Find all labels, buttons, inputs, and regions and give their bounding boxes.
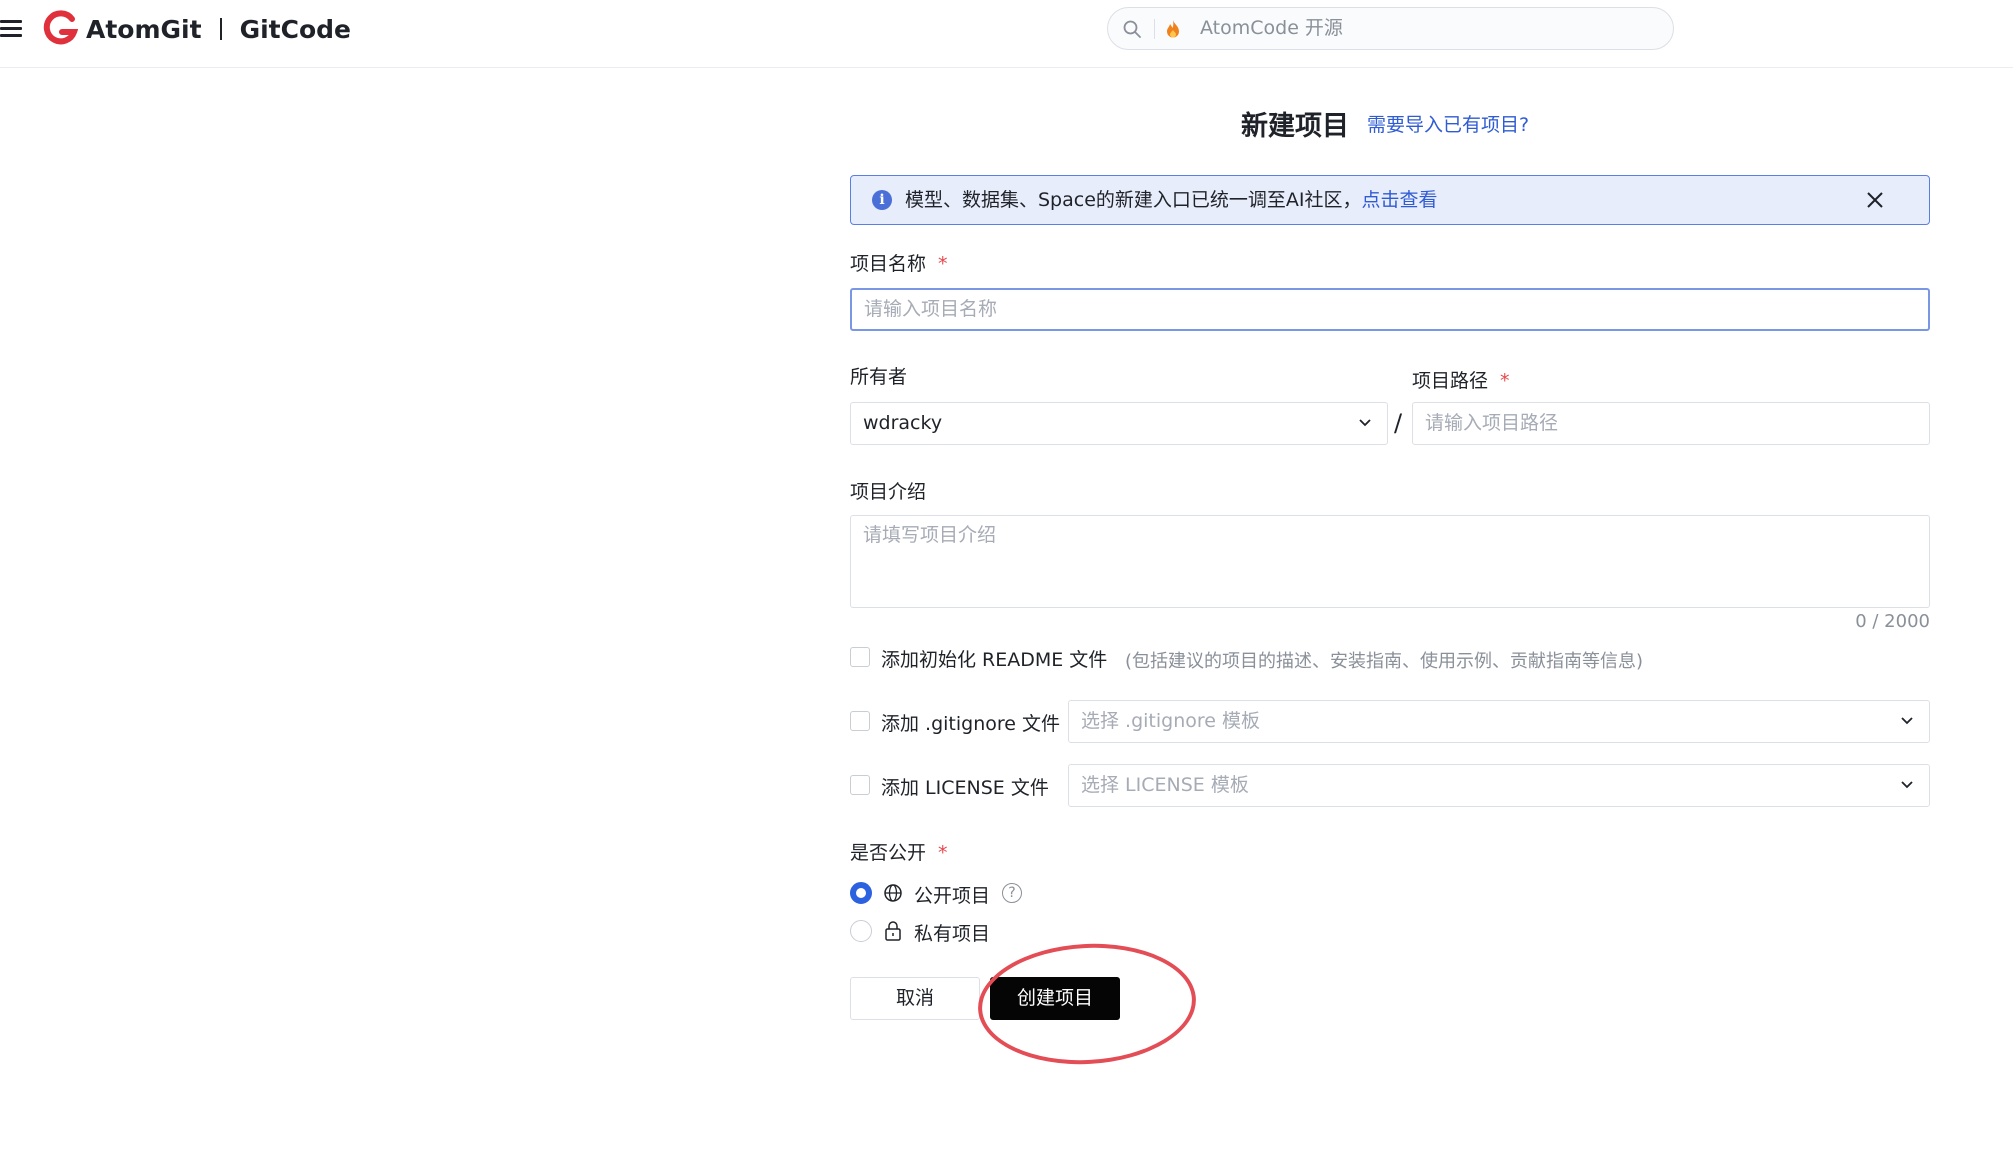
- brand-atomgit: AtomGit: [86, 14, 202, 44]
- menu-icon[interactable]: [0, 16, 22, 42]
- import-project-link[interactable]: 需要导入已有项目?: [1367, 110, 1529, 137]
- brand-gitcode: GitCode: [239, 14, 351, 44]
- search-placeholder: AtomCode 开源: [1200, 17, 1343, 39]
- search-input[interactable]: AtomCode 开源: [1107, 7, 1674, 50]
- project-path-label: 项目路径 *: [1412, 366, 1510, 393]
- required-mark: *: [938, 842, 948, 864]
- radio-public-label[interactable]: 公开项目: [914, 881, 990, 908]
- notice-message: 模型、数据集、Space的新建入口已统一调至AI社区，点击查看: [905, 176, 1438, 224]
- owner-label: 所有者: [850, 366, 908, 388]
- gitignore-select-placeholder: 选择 .gitignore 模板: [1081, 710, 1260, 732]
- license-checkbox[interactable]: [850, 775, 870, 795]
- project-path-placeholder: 请输入项目路径: [1425, 412, 1559, 434]
- flame-icon: [1167, 20, 1179, 38]
- readme-hint: (包括建议的项目的描述、安装指南、使用示例、贡献指南等信息): [1125, 651, 1644, 672]
- lock-icon: [885, 921, 901, 941]
- required-mark: *: [938, 253, 948, 275]
- project-path-label-text: 项目路径: [1412, 370, 1489, 392]
- chevron-down-icon: [1359, 419, 1371, 427]
- license-template-select[interactable]: 选择 LICENSE 模板: [1068, 764, 1930, 807]
- gitignore-label[interactable]: 添加 .gitignore 文件: [881, 709, 1060, 736]
- top-navigation-bar: AtomGit GitCode AtomCode 开源: [0, 0, 2013, 68]
- project-name-placeholder: 请输入项目名称: [864, 298, 998, 320]
- description-placeholder: 请填写项目介绍: [863, 524, 997, 546]
- radio-public[interactable]: [850, 882, 872, 904]
- close-icon[interactable]: [1863, 188, 1887, 212]
- project-name-input[interactable]: 请输入项目名称: [850, 288, 1930, 331]
- gitignore-template-select[interactable]: 选择 .gitignore 模板: [1068, 700, 1930, 743]
- required-mark: *: [1500, 370, 1510, 392]
- chevron-down-icon: [1901, 781, 1913, 789]
- readme-checkbox[interactable]: [850, 647, 870, 667]
- search-divider: [1154, 19, 1155, 39]
- gitignore-checkbox[interactable]: [850, 711, 870, 731]
- page-title: 新建项目: [1241, 111, 1349, 142]
- project-name-label-text: 项目名称: [850, 253, 927, 275]
- radio-private[interactable]: [850, 920, 872, 942]
- search-icon: [1123, 20, 1141, 38]
- license-select-placeholder: 选择 LICENSE 模板: [1081, 774, 1249, 796]
- info-icon: i: [872, 190, 892, 210]
- chevron-down-icon: [1901, 717, 1913, 725]
- readme-label[interactable]: 添加初始化 README 文件: [881, 645, 1107, 672]
- owner-value: wdracky: [863, 412, 943, 434]
- radio-private-label[interactable]: 私有项目: [914, 919, 990, 946]
- globe-icon: [884, 884, 902, 902]
- brand-divider: [219, 18, 222, 40]
- atomgit-logo-icon[interactable]: [42, 10, 78, 46]
- visibility-label-text: 是否公开: [850, 842, 927, 864]
- description-label: 项目介绍: [850, 481, 927, 503]
- help-icon[interactable]: ?: [1002, 883, 1022, 903]
- description-char-counter: 0 / 2000: [1855, 611, 1930, 632]
- visibility-label: 是否公开 *: [850, 838, 948, 865]
- annotation-circle: [975, 938, 1199, 1070]
- project-path-input[interactable]: 请输入项目路径: [1412, 402, 1930, 445]
- path-separator: /: [1394, 409, 1403, 437]
- license-label[interactable]: 添加 LICENSE 文件: [881, 773, 1049, 800]
- notice-view-link[interactable]: 点击查看: [1362, 189, 1438, 211]
- owner-select[interactable]: wdracky: [850, 402, 1388, 445]
- brand-logo[interactable]: AtomGit GitCode: [86, 12, 351, 46]
- notice-banner: i 模型、数据集、Space的新建入口已统一调至AI社区，点击查看: [850, 175, 1930, 225]
- cancel-button[interactable]: 取消: [850, 977, 980, 1020]
- project-name-label: 项目名称 *: [850, 249, 948, 276]
- notice-text: 模型、数据集、Space的新建入口已统一调至AI社区，: [905, 189, 1362, 211]
- description-textarea[interactable]: 请填写项目介绍: [850, 515, 1930, 608]
